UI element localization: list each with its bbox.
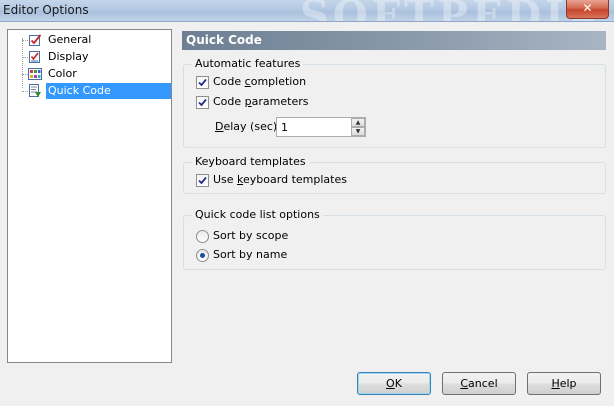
tree-item-label: General [48,33,92,46]
quick-code-icon [28,84,42,98]
help-button[interactable]: Help [527,372,601,395]
sort-by-name-label: Sort by name [213,248,288,261]
group-legend: Quick code list options [192,208,323,222]
code-completion-label: Code completion [213,75,307,88]
checkbox-box [196,76,209,89]
delay-input[interactable] [279,119,349,135]
tree-item-quick-code[interactable]: Quick Code [8,83,172,99]
general-icon [28,33,42,47]
checkbox-box [196,174,209,187]
close-button[interactable]: ✕ [566,0,609,19]
tree-item-label: Quick Code [46,83,171,99]
chevron-up-icon: ▲ [355,119,361,126]
radio-circle [196,249,209,262]
color-icon [28,67,42,81]
group-legend: Automatic features [192,57,304,71]
editor-options-window: Editor Options SOFTPEDIA ✕ General Displ… [0,0,614,406]
spin-up-button[interactable]: ▲ [351,118,365,127]
spin-down-button[interactable]: ▼ [351,127,365,136]
ok-button[interactable]: OK [357,372,431,395]
chevron-down-icon: ▼ [355,128,361,135]
tree-item-general[interactable]: General [8,32,172,48]
code-parameters-label: Code parameters [213,95,309,108]
tree-item-color[interactable]: Color [8,66,172,82]
sort-by-scope-label: Sort by scope [213,229,289,242]
tree-item-label: Display [48,50,89,63]
tree-item-display[interactable]: Display [8,49,172,65]
use-keyboard-templates-label: Use keyboard templates [213,173,347,186]
radio-selected-dot [200,253,205,258]
radio-circle [196,230,209,243]
window-title: Editor Options [3,3,89,17]
delay-spinbox[interactable]: ▲ ▼ [276,117,366,137]
group-legend: Keyboard templates [192,155,309,169]
close-icon: ✕ [582,1,593,15]
tree-item-label: Color [48,67,77,80]
cancel-button[interactable]: Cancel [442,372,516,395]
panel-title: Quick Code [182,31,606,50]
title-bar[interactable]: Editor Options SOFTPEDIA ✕ [0,0,614,22]
checkbox-box [196,96,209,109]
delay-label: Delay (sec): [215,120,281,133]
softpedia-watermark: SOFTPEDIA [300,0,603,21]
options-category-tree[interactable]: General Display Color Quick Code [7,29,172,363]
display-icon [28,50,42,64]
